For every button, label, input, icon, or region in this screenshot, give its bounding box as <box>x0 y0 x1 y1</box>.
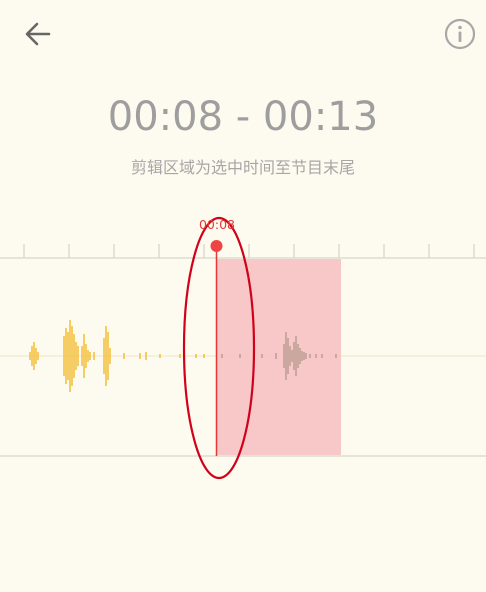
ruler-ticks <box>23 244 475 258</box>
playhead-time-label: 00:08 <box>198 217 236 232</box>
playhead-handle[interactable] <box>210 240 223 252</box>
waveform-editor[interactable] <box>0 0 486 592</box>
